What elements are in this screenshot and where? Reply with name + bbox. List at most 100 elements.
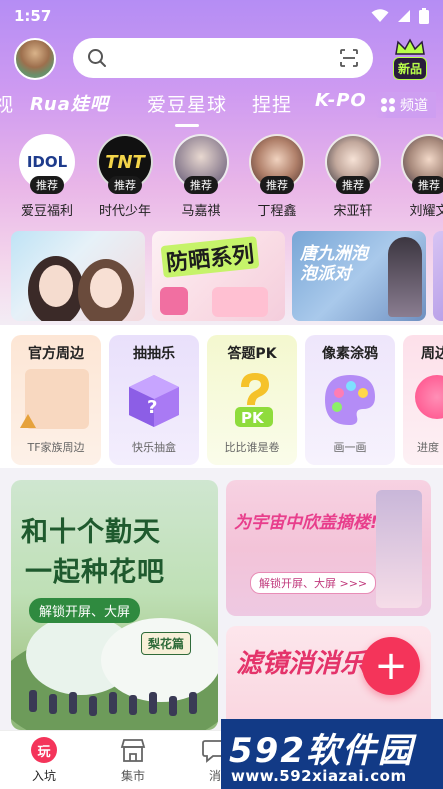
idol-name: 时代少年 [98, 204, 151, 219]
idol-name: 爱豆福利 [20, 204, 73, 219]
svg-text:?: ? [147, 397, 157, 418]
banner-photo [28, 256, 134, 321]
category-card-merch-progress[interactable]: 周边 进度 [403, 335, 443, 465]
svg-text:PK: PK [241, 409, 265, 427]
nav-label: 集市 [120, 769, 145, 783]
feed-title-line2: 一起种花吧 [25, 557, 165, 588]
scan-icon[interactable] [339, 48, 359, 68]
category-subtitle: TF家族周边 [27, 441, 85, 454]
banner-product [212, 287, 268, 317]
tab-niennie[interactable]: 捏捏 [252, 90, 292, 117]
idol-item[interactable]: 推荐 丁程鑫 [242, 134, 312, 219]
category-subtitle: 画一画 [333, 441, 367, 454]
category-title: 官方周边 [28, 346, 84, 362]
recommend-tag: 推荐 [30, 176, 64, 194]
recommend-tag: 推荐 [260, 176, 294, 194]
idol-avatar: 推荐 [249, 134, 305, 194]
cellular-signal-icon [398, 10, 410, 22]
play-icon-glyph: 玩 [31, 737, 57, 763]
status-bar: 1:57 [0, 0, 443, 32]
category-subtitle: 比比谁是卷 [224, 441, 280, 454]
recommend-tag: 推荐 [336, 176, 370, 194]
tf-logo-icon [20, 414, 36, 428]
feed-title: 滤镜消消乐 [236, 649, 367, 679]
feed-photo-strip [376, 490, 422, 608]
tab-kpop[interactable]: K-PO [315, 90, 367, 111]
feed-tag: 梨花篇 [141, 632, 192, 655]
feed-unlock-pill: 解锁开屏、大屏 [29, 598, 141, 623]
category-title: 抽抽乐 [133, 346, 175, 362]
category-title: 像素涂鸦 [322, 346, 378, 362]
feed-unlock-pill: 解锁开屏、大屏 >>> [250, 572, 377, 594]
status-time: 1:57 [14, 7, 52, 25]
category-card-gacha[interactable]: 抽抽乐 ? 快乐抽盒 [109, 335, 199, 465]
banner-decoration [160, 287, 188, 315]
banner-item[interactable] [433, 231, 443, 321]
category-subtitle: 进度 [417, 441, 439, 454]
tab-idol-planet[interactable]: 爱豆星球 [147, 90, 227, 117]
crown-icon [395, 38, 425, 55]
category-card-quiz-pk[interactable]: 答题PK PK 比比谁是卷 [207, 335, 297, 465]
category-title: 周边 [421, 346, 443, 362]
idol-name: 丁程鑫 [257, 204, 297, 219]
idol-avatar: IDOL 推荐 [19, 134, 75, 194]
avatar[interactable] [14, 38, 56, 80]
new-products-label: 新品 [392, 57, 427, 80]
category-card-official-merch[interactable]: 官方周边 TF家族周边 [11, 335, 101, 465]
idol-item[interactable]: TNT 推荐 时代少年 [90, 134, 160, 219]
feed-card-flower-event[interactable]: 和十个勤天 一起种花吧 解锁开屏、大屏 梨花篇 [11, 480, 218, 730]
banner-person [388, 237, 422, 317]
battery-icon [419, 8, 429, 24]
banner-item[interactable]: 防晒系列 [152, 231, 285, 321]
category-title: 答题PK [227, 346, 277, 362]
channel-grid-icon [381, 98, 395, 112]
market-icon [118, 735, 148, 765]
idol-avatar-logo: TNT [105, 151, 145, 173]
watermark-url: www.592xiazai.com [231, 767, 407, 785]
banner-item[interactable]: 唐九洲泡泡派对 [292, 231, 426, 321]
idol-list: IDOL 推荐 爱豆福利 TNT 推荐 时代少年 推荐 马嘉祺 推荐 丁程鑫 推… [0, 134, 443, 222]
recommend-tag: 推荐 [412, 176, 443, 194]
idol-name: 马嘉祺 [181, 204, 221, 219]
banner-title: 唐九洲泡泡派对 [300, 244, 368, 284]
search-input[interactable] [73, 38, 373, 78]
create-post-button[interactable]: + [362, 637, 420, 695]
top-row: 新品 [0, 36, 443, 82]
feed-title-line1: 和十个勤天 [21, 517, 161, 548]
idol-avatar-logo: IDOL [26, 153, 68, 171]
idol-avatar: 推荐 [401, 134, 443, 194]
search-icon [88, 49, 106, 67]
new-products-button[interactable]: 新品 [388, 36, 432, 80]
recommend-tag: 推荐 [184, 176, 218, 194]
banner-title: 防晒系列 [160, 236, 260, 278]
idol-name: 宋亚轩 [333, 204, 373, 219]
idol-item[interactable]: 推荐 马嘉祺 [166, 134, 236, 219]
idol-avatar: 推荐 [325, 134, 381, 194]
idol-avatar: TNT 推荐 [97, 134, 153, 194]
play-icon: 玩 [29, 735, 59, 765]
nav-item-market[interactable]: 集市 [98, 735, 168, 784]
nav-label: 入坑 [31, 769, 56, 783]
wifi-icon [371, 9, 389, 22]
feed-card-building-event[interactable]: 为宇宙中欣盖摘楼! 解锁开屏、大屏 >>> [226, 480, 431, 616]
idol-name: 刘耀文 [409, 204, 443, 219]
banner-item[interactable] [11, 231, 145, 321]
progress-character [415, 375, 443, 419]
idol-item[interactable]: 推荐 刘耀文 [394, 134, 443, 219]
recommend-tag: 推荐 [108, 176, 142, 194]
tab-video[interactable]: 视 [0, 90, 14, 117]
watermark-title: 592软件园 [229, 731, 414, 771]
channel-label: 频道 [400, 98, 428, 114]
banner-carousel: 防晒系列 唐九洲泡泡派对 [0, 231, 443, 321]
nav-item-home[interactable]: 玩 入坑 [9, 735, 79, 784]
mystery-box-icon: ? [129, 375, 179, 427]
idol-item[interactable]: 推荐 宋亚轩 [318, 134, 388, 219]
category-subtitle: 快乐抽盒 [132, 441, 176, 454]
tab-rua[interactable]: Rua娃吧 [30, 90, 109, 116]
status-icons [371, 8, 429, 24]
idol-item[interactable]: IDOL 推荐 爱豆福利 [12, 134, 82, 219]
watermark: 592软件园 www.592xiazai.com [221, 719, 443, 789]
channel-button[interactable]: 频道 [376, 92, 436, 118]
idol-avatar: 推荐 [173, 134, 229, 194]
category-card-pixel-doodle[interactable]: 像素涂鸦 画一画 [305, 335, 395, 465]
